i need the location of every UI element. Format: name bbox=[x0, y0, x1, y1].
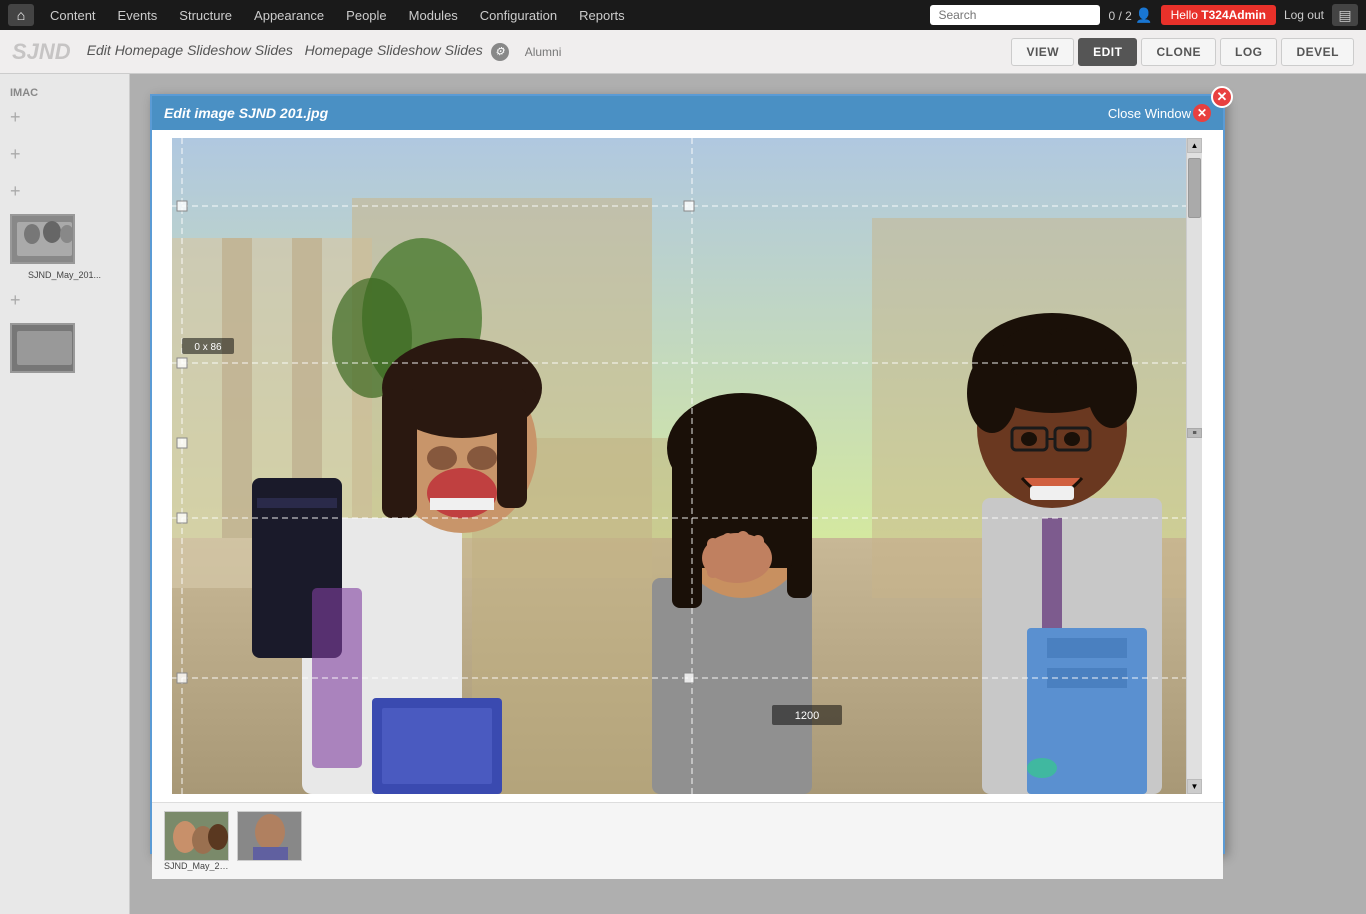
scroll-mid-marker: ≡ bbox=[1187, 428, 1202, 438]
thumbnail-label-1: SJND_May_201... bbox=[164, 861, 229, 871]
scroll-down-arrow[interactable]: ▼ bbox=[1187, 779, 1202, 794]
scroll-up-arrow[interactable]: ▲ bbox=[1187, 138, 1202, 153]
edit-button[interactable]: EDIT bbox=[1078, 38, 1137, 66]
nav-structure[interactable]: Structure bbox=[169, 4, 242, 27]
nav-reports[interactable]: Reports bbox=[569, 4, 635, 27]
sidebar-add-btn-1[interactable]: + bbox=[0, 99, 129, 136]
close-window-label: Close Window bbox=[1108, 106, 1191, 121]
action-buttons: VIEW EDIT CLONE LOG DEVEL bbox=[1011, 38, 1354, 66]
sidebar-thumbnail-1[interactable] bbox=[10, 214, 75, 264]
action-bar: SJND Edit Homepage Slideshow Slides Home… bbox=[0, 30, 1366, 74]
breadcrumb: Edit Homepage Slideshow Slides Homepage … bbox=[87, 42, 509, 61]
breadcrumb-settings-icon[interactable]: ⚙ bbox=[491, 43, 509, 61]
view-button[interactable]: VIEW bbox=[1011, 38, 1074, 66]
sidebar-thumb-label-1: SJND_May_201... bbox=[0, 268, 129, 282]
sidebar-add-btn-4[interactable]: + bbox=[0, 282, 129, 319]
thumbnail-item-2[interactable] bbox=[237, 811, 302, 871]
user-badge[interactable]: Hello T324Admin bbox=[1161, 5, 1276, 25]
modal-title: Edit image SJND 201.jpg bbox=[164, 105, 328, 121]
nav-appearance[interactable]: Appearance bbox=[244, 4, 334, 27]
image-container: 1200 0 x 86 bbox=[172, 138, 1202, 794]
top-navigation: ⌂ Content Events Structure Appearance Pe… bbox=[0, 0, 1366, 30]
clone-button[interactable]: CLONE bbox=[1141, 38, 1216, 66]
content-area: ✕ Edit image SJND 201.jpg Close Window ✕… bbox=[130, 74, 1366, 914]
thumbnail-image-1 bbox=[164, 811, 229, 861]
log-button[interactable]: LOG bbox=[1220, 38, 1278, 66]
alumni-label: Alumni bbox=[525, 45, 562, 59]
sidebar-thumbnail-2[interactable] bbox=[10, 323, 75, 373]
nav-configuration[interactable]: Configuration bbox=[470, 4, 567, 27]
svg-text:1200: 1200 bbox=[795, 710, 819, 722]
thumbnail-image-2 bbox=[237, 811, 302, 861]
modal-outer-close-button[interactable]: ✕ bbox=[1211, 86, 1233, 108]
sidebar-add-btn-3[interactable]: + bbox=[0, 173, 129, 210]
photo-svg: 1200 0 x 86 bbox=[172, 138, 1202, 794]
modal-overlay: ✕ Edit image SJND 201.jpg Close Window ✕… bbox=[130, 74, 1366, 914]
close-x-icon: ✕ bbox=[1193, 104, 1211, 122]
modal-window: ✕ Edit image SJND 201.jpg Close Window ✕… bbox=[150, 94, 1225, 854]
breadcrumb-page-link[interactable]: Homepage Slideshow Slides bbox=[305, 42, 483, 58]
site-logo: SJND bbox=[12, 39, 71, 65]
modal-body: 1200 0 x 86 bbox=[152, 130, 1223, 879]
scroll-thumb[interactable] bbox=[1188, 158, 1201, 218]
page-count: 0 / 2 👤 bbox=[1108, 7, 1152, 24]
home-button[interactable]: ⌂ bbox=[8, 4, 34, 26]
sidebar-add-btn-2[interactable]: + bbox=[0, 136, 129, 173]
modal-close-button[interactable]: Close Window ✕ bbox=[1108, 104, 1211, 122]
thumbnails-row: SJND_May_201... bbox=[152, 802, 1223, 879]
nav-events[interactable]: Events bbox=[108, 4, 168, 27]
image-editor: 1200 0 x 86 bbox=[152, 130, 1223, 802]
breadcrumb-edit-link[interactable]: Edit Homepage Slideshow Slides bbox=[87, 42, 293, 58]
devel-button[interactable]: DEVEL bbox=[1281, 38, 1354, 66]
logout-button[interactable]: Log out bbox=[1284, 8, 1324, 22]
search-input[interactable] bbox=[930, 5, 1100, 25]
nav-content[interactable]: Content bbox=[40, 4, 106, 27]
thumbnail-item-1[interactable]: SJND_May_201... bbox=[164, 811, 229, 871]
left-sidebar: IMAC + + + SJND_May_201... + bbox=[0, 74, 130, 914]
sidebar-section-label: IMAC bbox=[0, 83, 48, 103]
nav-people[interactable]: People bbox=[336, 4, 396, 27]
modal-header: Edit image SJND 201.jpg Close Window ✕ bbox=[152, 96, 1223, 130]
nav-settings-button[interactable]: ▤ bbox=[1332, 4, 1358, 26]
svg-text:0 x 86: 0 x 86 bbox=[194, 342, 222, 353]
nav-modules[interactable]: Modules bbox=[399, 4, 468, 27]
modal-scrollbar[interactable]: ▲ ≡ ▼ bbox=[1186, 138, 1202, 794]
main-area: IMAC + + + SJND_May_201... + bbox=[0, 74, 1366, 914]
